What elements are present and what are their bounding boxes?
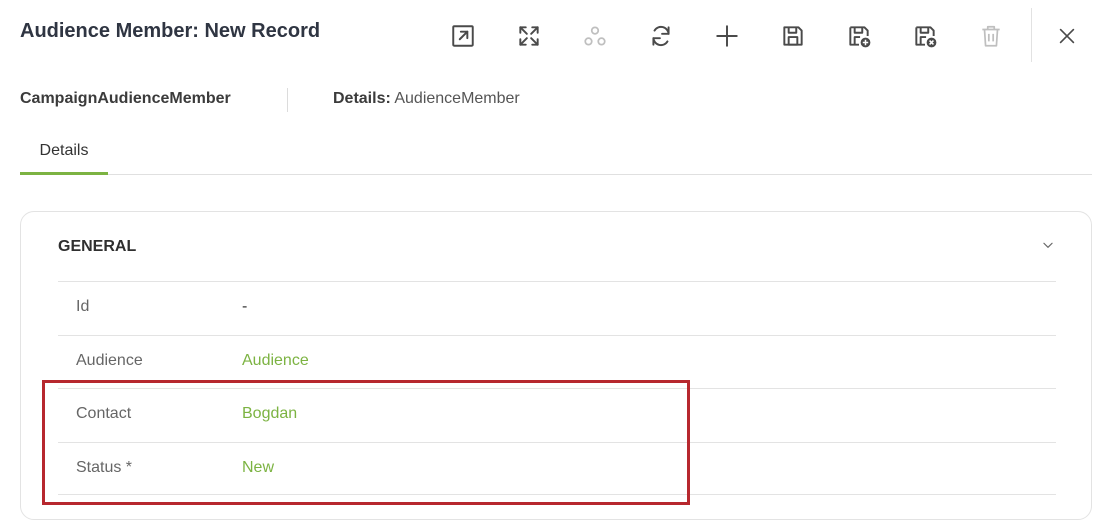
contact-link[interactable]: Bogdan: [242, 405, 297, 423]
close-button[interactable]: [1045, 14, 1089, 58]
save-and-new-button[interactable]: [826, 14, 892, 58]
hierarchy-icon: [584, 26, 606, 46]
chevron-down-icon: [1043, 242, 1053, 248]
collapse-toggle[interactable]: [1037, 234, 1059, 256]
hierarchy-button[interactable]: [562, 14, 628, 58]
add-icon: [716, 25, 738, 47]
general-section: GENERAL Id - Audience Audience Contact B…: [20, 211, 1092, 520]
toolbar: [430, 14, 1024, 58]
close-icon: [1059, 28, 1075, 44]
add-button[interactable]: [694, 14, 760, 58]
entity-name: CampaignAudienceMember: [20, 90, 231, 107]
field-value: -: [242, 298, 248, 315]
field-label: Id: [76, 298, 90, 315]
field-label: Audience: [76, 351, 143, 369]
save-and-new-icon: [849, 26, 871, 48]
tab-details[interactable]: Details: [20, 130, 108, 175]
delete-icon: [982, 25, 1000, 47]
page-title: Audience Member: New Record: [20, 20, 321, 42]
save-and-close-icon: [915, 26, 937, 48]
status-link[interactable]: New: [242, 459, 274, 477]
field-label: Contact: [76, 405, 132, 422]
field-list: Id - Audience Audience Contact Bogdan St…: [58, 281, 1056, 495]
maximize-icon: [519, 26, 539, 46]
field-row-contact: Contact Bogdan: [58, 388, 1056, 442]
section-title: GENERAL: [58, 238, 137, 255]
delete-button[interactable]: [958, 14, 1024, 58]
tab-bar: Details: [20, 130, 1092, 175]
field-row-audience: Audience Audience: [58, 334, 1056, 389]
open-external-button[interactable]: [430, 14, 496, 58]
save-icon: [783, 26, 803, 46]
audience-link[interactable]: Audience: [242, 352, 309, 370]
refresh-button[interactable]: [628, 14, 694, 58]
open-external-icon: [452, 25, 474, 47]
field-row-id: Id -: [58, 281, 1056, 335]
save-button[interactable]: [760, 14, 826, 58]
field-label: Status *: [76, 458, 133, 476]
details-value: AudienceMember: [394, 90, 520, 107]
toolbar-divider: [1031, 8, 1032, 62]
entity-divider: [287, 88, 288, 112]
refresh-icon: [652, 25, 670, 47]
details-info: Details: AudienceMember: [333, 90, 520, 108]
field-row-status: Status * New: [58, 441, 1056, 495]
details-prefix: Details:: [333, 90, 391, 107]
maximize-button[interactable]: [496, 14, 562, 58]
save-and-close-button[interactable]: [892, 14, 958, 58]
